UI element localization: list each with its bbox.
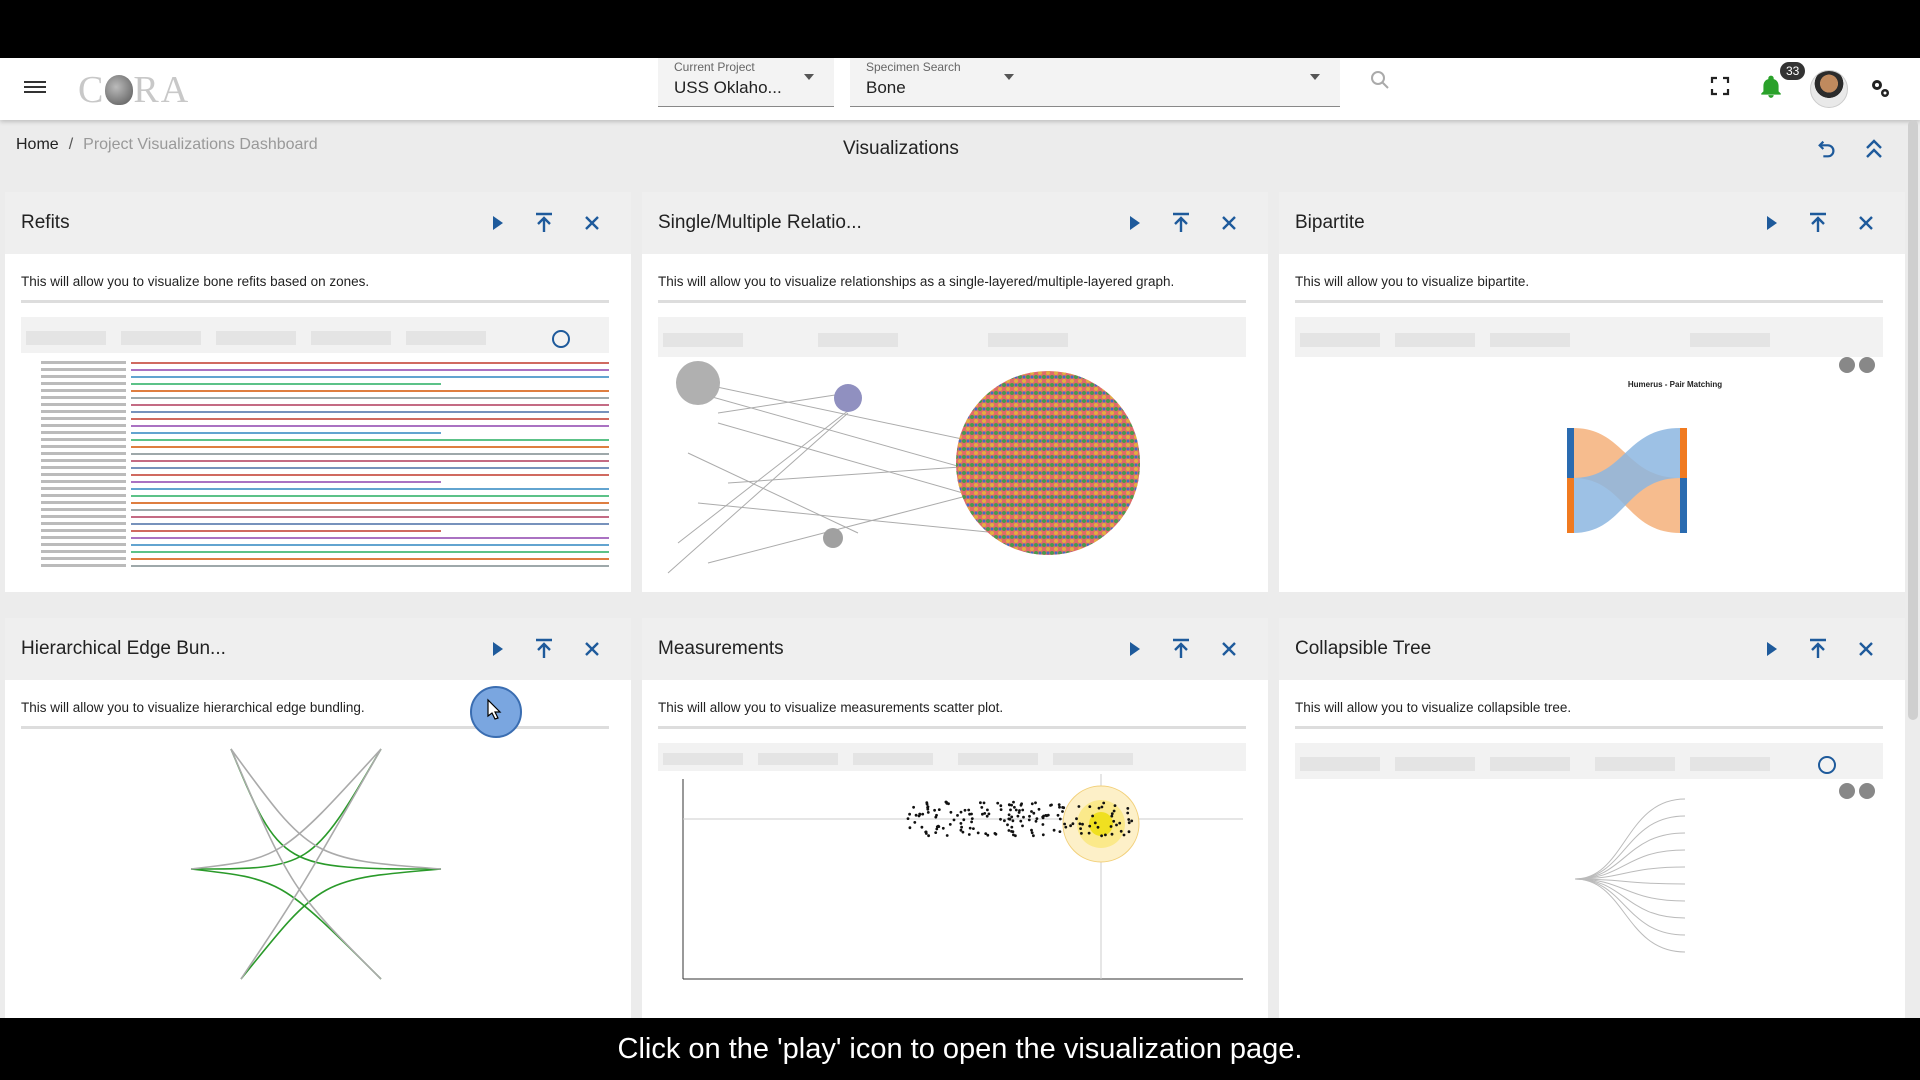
card-title: Measurements	[658, 638, 784, 659]
fullscreen-icon[interactable]	[1710, 76, 1730, 101]
card-title: Bipartite	[1295, 212, 1365, 233]
specimen-search-select[interactable]: Specimen Search Bone	[850, 58, 1340, 107]
play-icon[interactable]	[1756, 208, 1786, 238]
card-title: Refits	[21, 212, 70, 233]
relationship-graph-preview-image[interactable]	[658, 300, 1246, 585]
card-header: Single/Multiple Relatio...	[642, 192, 1268, 254]
move-to-top-icon[interactable]	[1803, 634, 1833, 664]
current-project-select[interactable]: Current Project USS Oklaho...	[658, 58, 834, 107]
bipartite-preview-image[interactable]: Humerus - Pair Matching	[1295, 300, 1883, 585]
breadcrumb-home[interactable]: Home	[16, 136, 59, 153]
cora-logo: C RA	[78, 69, 191, 111]
refits-preview-image[interactable]	[21, 300, 609, 585]
card-single-multiple-relationships: Single/Multiple Relatio... This will all…	[642, 192, 1268, 592]
card-header: Collapsible Tree	[1279, 618, 1905, 680]
play-icon[interactable]	[1119, 634, 1149, 664]
notification-badge: 33	[1780, 62, 1806, 80]
specimen-search-label: Specimen Search	[866, 60, 961, 74]
card-description: This will allow you to visualize measure…	[658, 700, 1004, 715]
specimen-search-value: Bone	[866, 78, 906, 97]
settings-icon[interactable]	[1868, 76, 1892, 105]
scatter-plot-preview-image[interactable]	[658, 726, 1246, 1011]
page-title: Visualizations	[843, 138, 959, 159]
move-to-top-icon[interactable]	[1166, 208, 1196, 238]
bipartite-chart-title: Humerus - Pair Matching	[1628, 380, 1722, 389]
card-description: This will allow you to visualize relatio…	[658, 274, 1175, 289]
avatar[interactable]	[1810, 70, 1848, 108]
card-header: Hierarchical Edge Bun...	[5, 618, 631, 680]
card-hierarchical-edge-bundling: Hierarchical Edge Bun... This will allow…	[5, 618, 631, 1018]
card-description: This will allow you to visualize biparti…	[1295, 274, 1530, 289]
video-top-letterbox	[0, 0, 1920, 58]
menu-icon[interactable]	[24, 78, 46, 96]
move-to-top-icon[interactable]	[1803, 208, 1833, 238]
app-window: C RA Current Project USS Oklaho... Specim…	[0, 58, 1920, 1018]
app-header: C RA Current Project USS Oklaho... Specim…	[0, 58, 1920, 120]
breadcrumb: Home / Project Visualizations Dashboard	[16, 136, 318, 154]
page-subheader: Home / Project Visualizations Dashboard Vi…	[0, 120, 1920, 184]
chevron-down-icon	[804, 74, 814, 80]
close-icon[interactable]	[577, 634, 607, 664]
scrollbar[interactable]	[1908, 120, 1918, 720]
card-collapsible-tree: Collapsible Tree This will allow you to …	[1279, 618, 1905, 1018]
close-icon[interactable]	[1214, 208, 1244, 238]
search-icon[interactable]	[1370, 70, 1390, 95]
cursor-icon	[484, 698, 504, 727]
close-icon[interactable]	[1851, 208, 1881, 238]
card-header: Refits	[5, 192, 631, 254]
edge-bundling-preview-image[interactable]	[21, 726, 609, 1011]
card-title: Hierarchical Edge Bun...	[21, 638, 226, 659]
close-icon[interactable]	[1214, 634, 1244, 664]
chevron-down-icon	[1310, 74, 1320, 80]
move-to-top-icon[interactable]	[529, 208, 559, 238]
move-to-top-icon[interactable]	[529, 634, 559, 664]
chevron-down-icon	[1004, 74, 1014, 80]
bell-icon[interactable]	[1758, 74, 1784, 105]
current-project-value: USS Oklaho...	[674, 78, 782, 97]
play-icon[interactable]	[1756, 634, 1786, 664]
card-header: Bipartite	[1279, 192, 1905, 254]
card-description: This will allow you to visualize collaps…	[1295, 700, 1572, 715]
breadcrumb-current: Project Visualizations Dashboard	[83, 136, 318, 153]
card-title: Collapsible Tree	[1295, 638, 1432, 659]
play-icon[interactable]	[1119, 208, 1149, 238]
breadcrumb-separator: /	[68, 136, 74, 153]
video-caption: Click on the 'play' icon to open the vis…	[0, 1018, 1920, 1080]
close-icon[interactable]	[577, 208, 607, 238]
play-icon[interactable]	[482, 208, 512, 238]
collapse-all-icon[interactable]	[1864, 138, 1884, 166]
card-refits: Refits This will allow you to visualize …	[5, 192, 631, 592]
close-icon[interactable]	[1851, 634, 1881, 664]
card-title: Single/Multiple Relatio...	[658, 212, 862, 233]
card-description: This will allow you to visualize hierarc…	[21, 700, 365, 715]
play-icon[interactable]	[482, 634, 512, 664]
reset-icon[interactable]	[1816, 138, 1838, 166]
move-to-top-icon[interactable]	[1166, 634, 1196, 664]
card-header: Measurements	[642, 618, 1268, 680]
card-bipartite: Bipartite This will allow you to visuali…	[1279, 192, 1905, 592]
card-measurements: Measurements This will allow you to visu…	[642, 618, 1268, 1018]
collapsible-tree-preview-image[interactable]	[1295, 726, 1883, 1011]
card-description: This will allow you to visualize bone re…	[21, 274, 370, 289]
current-project-label: Current Project	[674, 60, 755, 74]
